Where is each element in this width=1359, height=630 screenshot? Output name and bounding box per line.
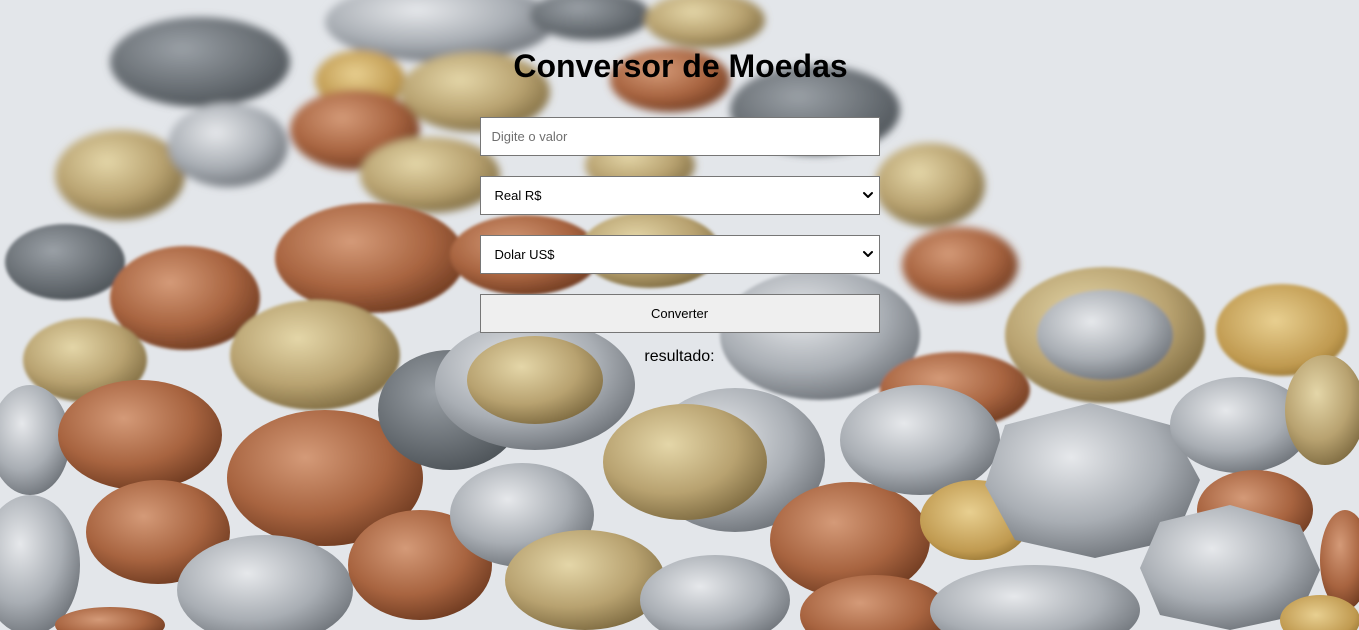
convert-button[interactable]: Converter xyxy=(479,294,880,333)
page: Conversor de Moedas Real R$ Dolar US$ Co… xyxy=(0,0,1359,630)
chevron-down-icon xyxy=(862,192,873,198)
to-currency-select[interactable]: Dolar US$ xyxy=(479,235,880,274)
page-title: Conversor de Moedas xyxy=(513,48,848,84)
from-currency-value: Real R$ xyxy=(494,188,542,203)
converter-form: Conversor de Moedas Real R$ Dolar US$ Co… xyxy=(0,0,1359,366)
to-currency-value: Dolar US$ xyxy=(494,247,555,262)
to-currency-box[interactable]: Dolar US$ xyxy=(479,235,880,274)
amount-input[interactable] xyxy=(479,117,880,156)
from-currency-select[interactable]: Real R$ xyxy=(479,176,880,215)
chevron-down-icon xyxy=(862,251,873,257)
result-label: resultado: xyxy=(644,348,715,365)
from-currency-box[interactable]: Real R$ xyxy=(479,176,880,215)
